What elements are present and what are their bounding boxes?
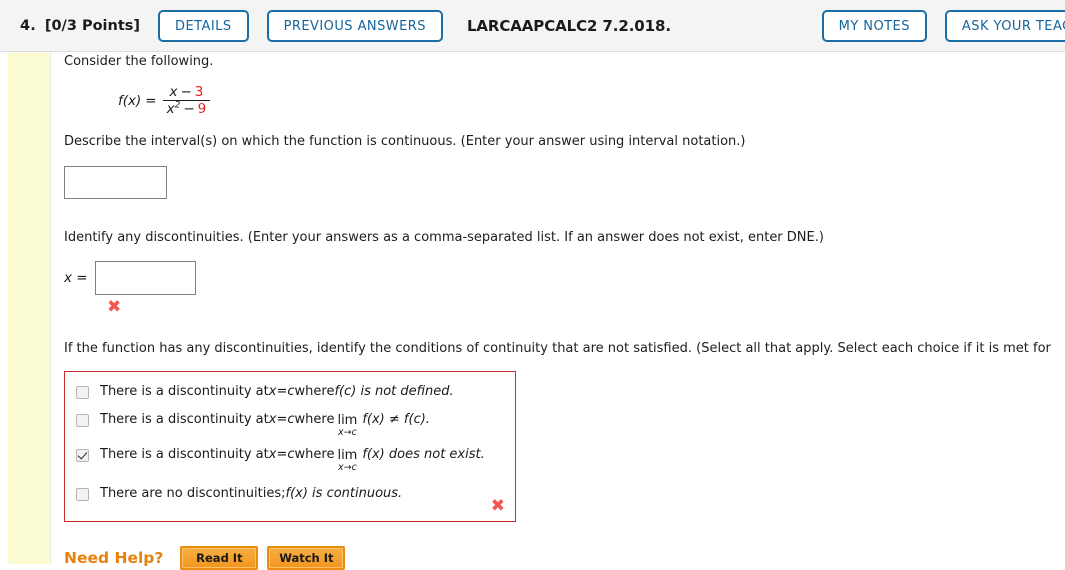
opt4-pre: There are no discontinuities; (100, 485, 286, 501)
numerator-variable: x (169, 83, 178, 100)
fraction-numerator: x −3 (165, 83, 207, 101)
opt3-var-x: x (268, 447, 277, 463)
opt2-var-c: c (287, 411, 295, 427)
left-accent-strip (8, 53, 51, 564)
checkbox-option-1-label: There is a discontinuity at x = c where … (100, 384, 454, 400)
fraction: x −3 x2−9 (162, 83, 211, 117)
header-right-actions: MY NOTES ASK YOUR TEACHER (804, 9, 1065, 42)
wrong-x-icon: ✖ (107, 296, 122, 317)
opt3-post: f(x) does not exist. (362, 447, 485, 463)
question-points: [0/3 Points] (44, 17, 141, 34)
opt2-post: f(x) ≠ f(c). (362, 411, 430, 427)
opt1-mid2: where (294, 384, 335, 400)
spacer-a (64, 199, 1065, 229)
checkbox-option-4-label: There are no discontinuities; f(x) is co… (100, 486, 402, 502)
my-notes-button[interactable]: MY NOTES (821, 9, 927, 42)
checkbox-3[interactable] (76, 449, 89, 463)
wrong-x-icon-group: ✖ (490, 495, 505, 516)
fraction-denominator: x2−9 (163, 101, 211, 117)
limit-operator-3: lim x→c (337, 449, 357, 473)
opt3-mid2: where (294, 447, 335, 463)
need-help-label: Need Help? (64, 549, 164, 568)
limit-3-top: lim (337, 448, 358, 464)
checkbox-4[interactable] (76, 487, 89, 501)
checkbox-option-3-label: There is a discontinuity at x = c where … (100, 447, 485, 472)
checkbox-option-1[interactable]: There is a discontinuity at x = c where … (76, 384, 505, 400)
need-help-row: Need Help? Read It Watch It (64, 545, 1065, 570)
question-body: Consider the following. f (x) = x −3 x2−9 … (64, 53, 1065, 570)
part-b-answer-row: x = (64, 260, 1065, 295)
checkbox-option-2[interactable]: There is a discontinuity at x = c where … (76, 412, 505, 437)
question-header-bar: 4. [0/3 Points] DETAILS PREVIOUS ANSWERS… (0, 0, 1065, 52)
opt1-var-c: c (287, 384, 295, 400)
opt2-mid1: = (276, 411, 288, 427)
x-equals-label: x = (64, 269, 88, 286)
opt1-pre: There is a discontinuity at (100, 384, 269, 400)
limit-3-bottom: x→c (337, 462, 357, 474)
opt3-pre: There is a discontinuity at (100, 447, 269, 463)
denominator-operator: − (183, 101, 195, 118)
watch-it-button[interactable]: Watch It (267, 545, 346, 570)
consider-the-following-text: Consider the following. (64, 54, 214, 69)
limit-2-bottom: x→c (337, 426, 357, 438)
checkbox-option-3[interactable]: There is a discontinuity at x = c where … (76, 447, 505, 472)
part-b-prompt: Identify any discontinuities. (Enter you… (64, 230, 824, 246)
opt2-pre: There is a discontinuity at (100, 411, 269, 427)
read-it-button[interactable]: Read It (180, 545, 259, 570)
part-c-prompt: If the function has any discontinuities,… (64, 340, 1051, 356)
checkbox-2[interactable] (76, 413, 89, 427)
opt1-mid1: = (276, 384, 288, 400)
denominator-variable: x (166, 101, 175, 118)
opt1-var-x: x (268, 384, 277, 400)
opt2-var-x: x (268, 411, 277, 427)
checkbox-option-2-label: There is a discontinuity at x = c where … (100, 412, 430, 437)
function-arg: (x) (122, 92, 142, 109)
question-number: 4. (20, 17, 36, 34)
opt4-post: f(x) is continuous. (285, 485, 403, 501)
checkbox-1[interactable] (76, 386, 89, 400)
details-button[interactable]: DETAILS (158, 9, 249, 42)
ask-your-teacher-button[interactable]: ASK YOUR TEACHER (944, 9, 1065, 42)
discontinuities-answer-input[interactable] (94, 260, 196, 295)
numerator-operator: − (180, 83, 192, 100)
part-a-prompt: Describe the interval(s) on which the fu… (64, 133, 746, 149)
equals-sign: = (145, 92, 157, 109)
limit-2-top: lim (337, 412, 358, 428)
conditions-checkbox-group: There is a discontinuity at x = c where … (64, 371, 516, 522)
denominator-exponent: 2 (174, 100, 181, 111)
question-code: LARCAAPCALC2 7.2.018. (466, 16, 671, 35)
previous-answers-button[interactable]: PREVIOUS ANSWERS (266, 9, 443, 42)
denominator-constant: 9 (197, 101, 207, 118)
opt2-mid2: where (294, 411, 335, 427)
opt3-var-c: c (287, 447, 295, 463)
opt1-post: f(c) is not defined. (334, 384, 454, 400)
function-definition: f (x) = x −3 x2−9 (118, 83, 1065, 117)
interval-answer-input[interactable] (64, 166, 167, 200)
spacer-b (64, 316, 1065, 340)
checkbox-option-4[interactable]: There are no discontinuities; f(x) is co… (76, 486, 505, 502)
limit-operator-2: lim x→c (337, 414, 357, 438)
opt3-mid1: = (276, 447, 288, 463)
numerator-constant: 3 (194, 83, 204, 100)
